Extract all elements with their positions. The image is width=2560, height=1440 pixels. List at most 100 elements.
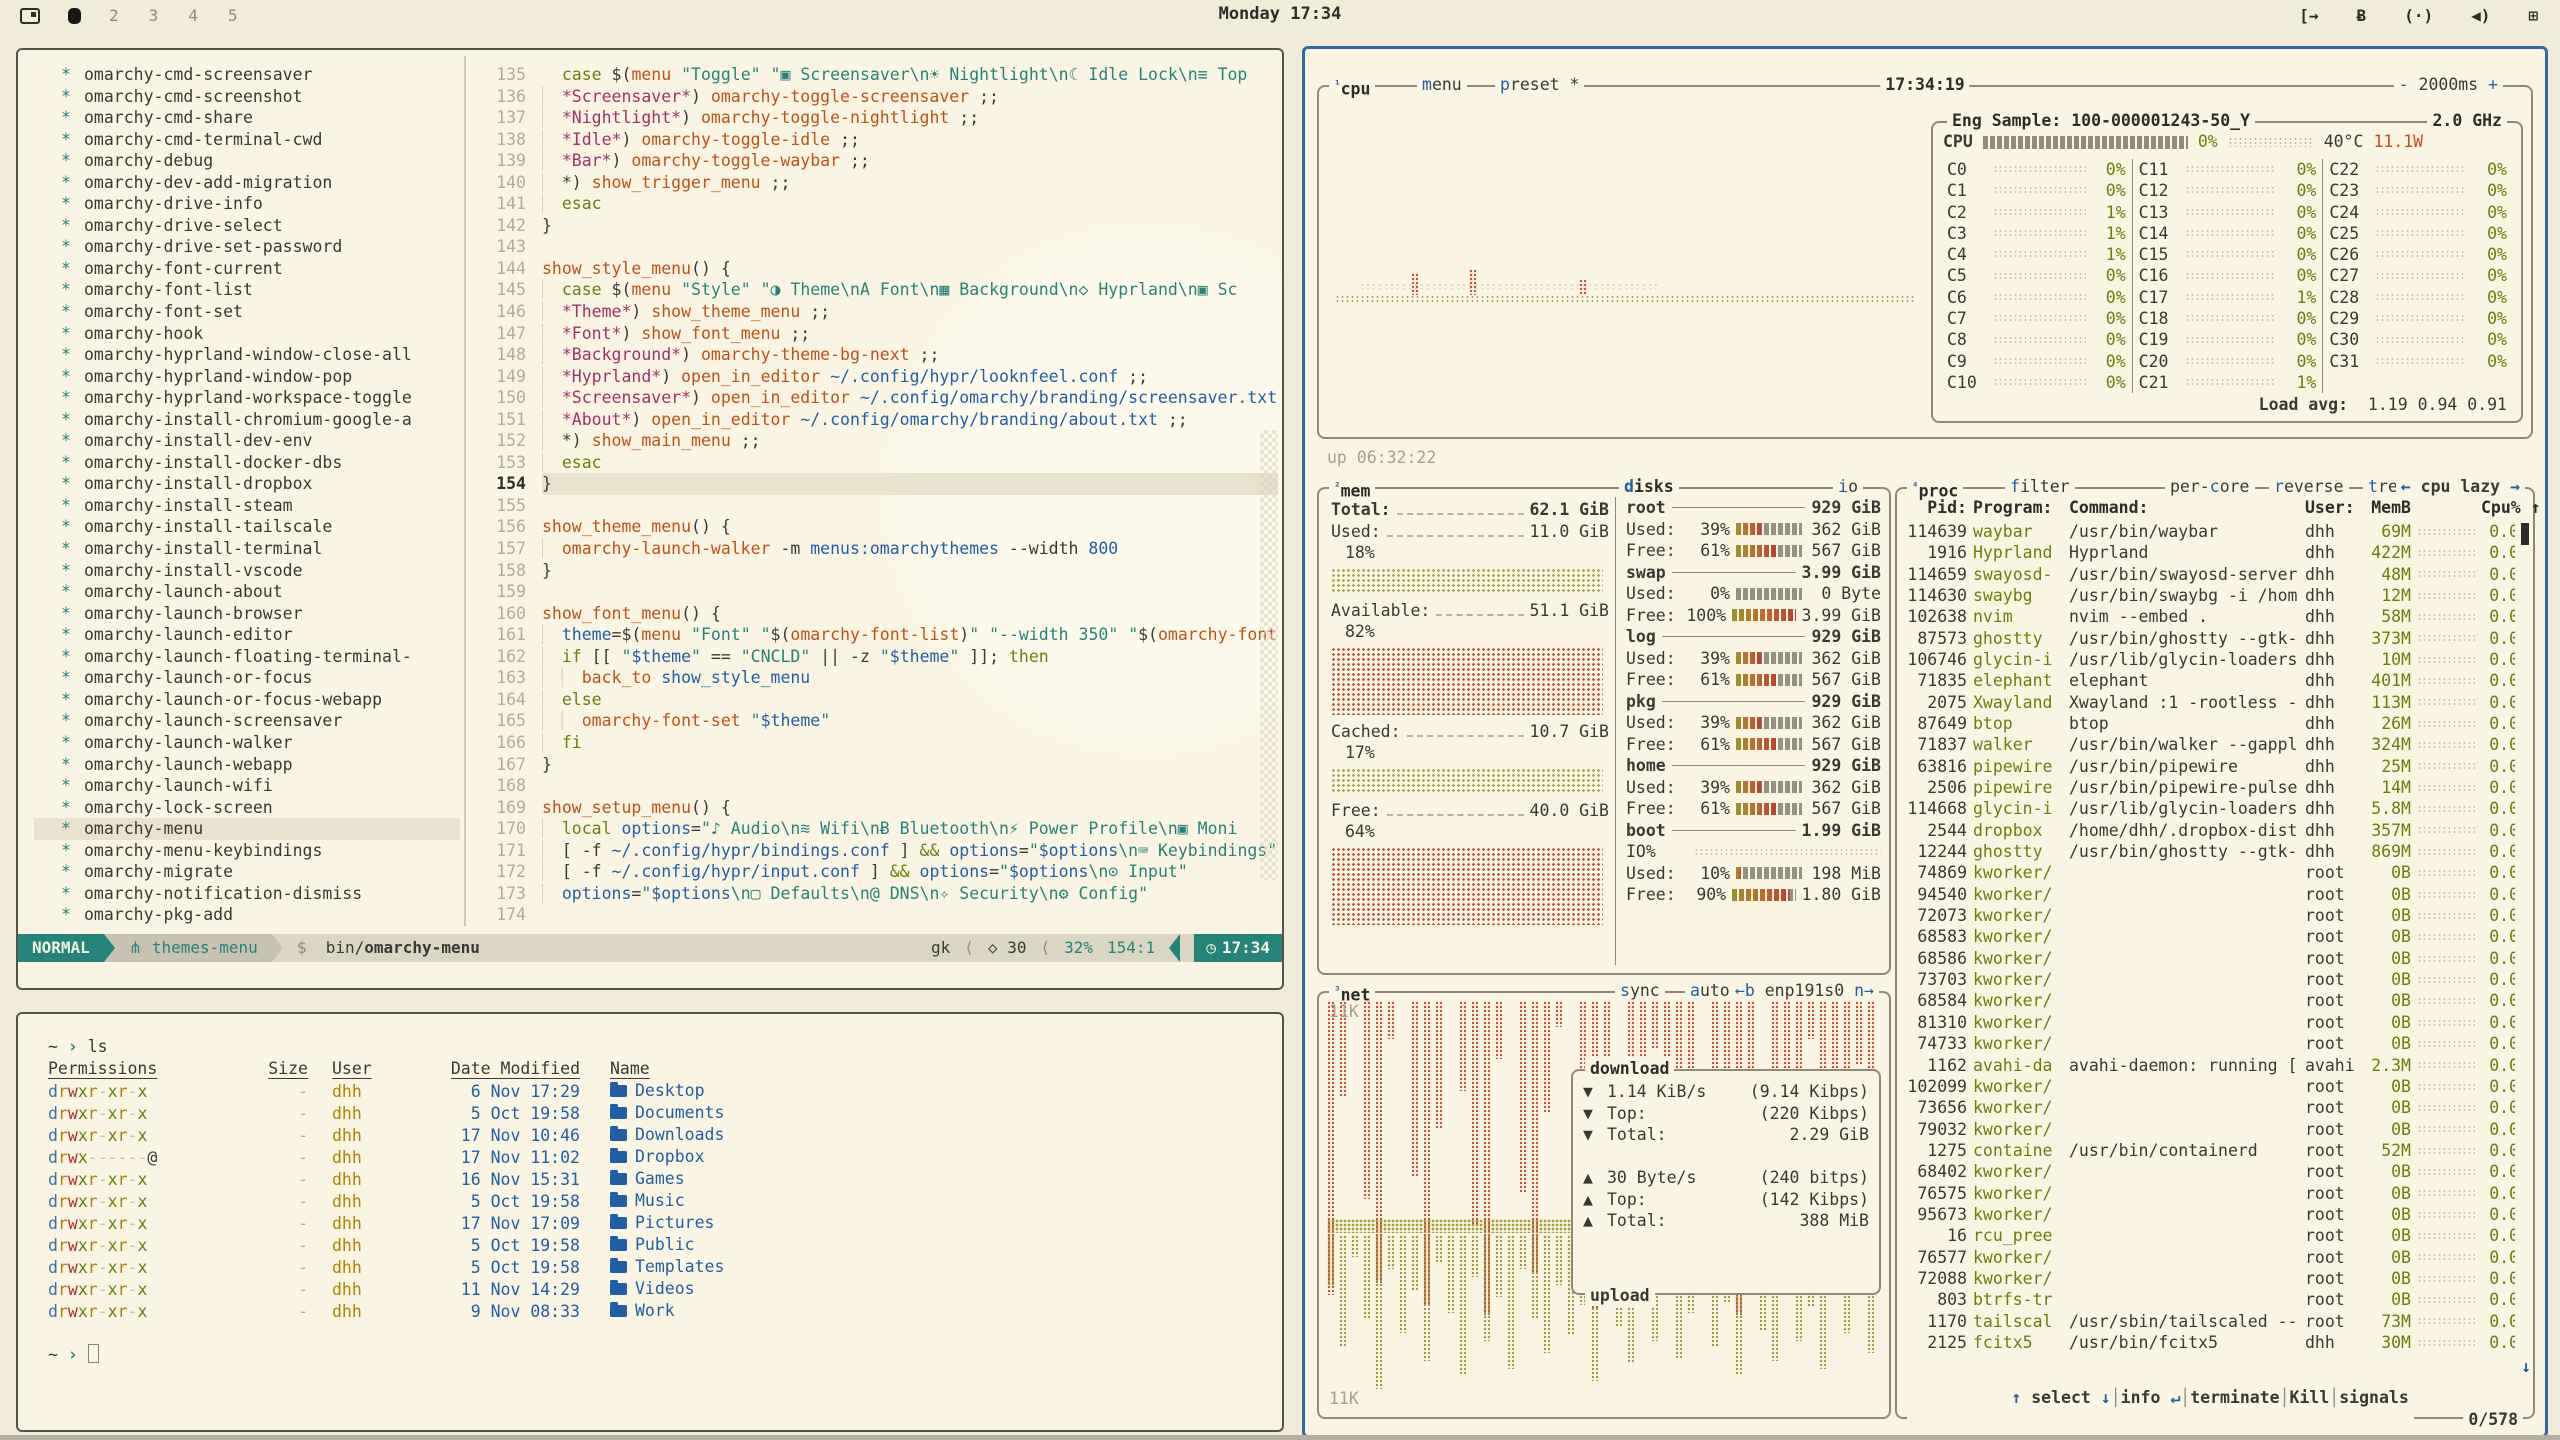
code-line[interactable]: ▏ ▏ omarchy-font-set "$theme" <box>542 710 1278 732</box>
process-row[interactable]: 74869kworker/root0B0.0 <box>1905 863 2515 884</box>
workspace-1-active[interactable] <box>68 8 81 24</box>
file-list-item[interactable]: *omarchy-cmd-screenshot <box>48 86 460 108</box>
file-row[interactable]: drwxr-xr-x-dhh11 Nov 14:29Videos <box>48 1278 1262 1300</box>
file-list-item[interactable]: *omarchy-drive-info <box>48 193 460 215</box>
reverse-tab[interactable]: reverse <box>2269 476 2349 498</box>
file-list-item[interactable]: *omarchy-font-current <box>48 258 460 280</box>
process-row[interactable]: 2544dropbox/home/dhh/.dropbox-distdhh357… <box>1905 820 2515 841</box>
process-row[interactable]: 102638nvimnvim --embed .dhh58M0.0 <box>1905 606 2515 627</box>
code-line[interactable]: ▏ *Hyprland*) open_in_editor ~/.config/h… <box>542 366 1278 388</box>
process-row[interactable]: 76575kworker/root0B0.0 <box>1905 1183 2515 1204</box>
file-list-item[interactable]: *omarchy-install-tailscale <box>48 516 460 538</box>
file-list-item[interactable]: *omarchy-lock-screen <box>48 797 460 819</box>
file-row[interactable]: drwxr-xr-x-dhh 5 Oct 19:58Templates <box>48 1256 1262 1278</box>
code-line[interactable] <box>542 904 1278 926</box>
process-row[interactable]: 73656kworker/root0B0.0 <box>1905 1097 2515 1118</box>
file-list-item[interactable]: *omarchy-install-chromium-google-a <box>48 409 460 431</box>
code-line[interactable]: ▏ esac <box>542 193 1278 215</box>
file-list-item[interactable]: *omarchy-menu <box>34 818 460 840</box>
code-line[interactable]: ▏ [ -f ~/.config/hypr/bindings.conf ] &&… <box>542 840 1278 862</box>
kill-button[interactable]: Kill <box>2290 1388 2330 1407</box>
file-list-item[interactable]: *omarchy-launch-walker <box>48 732 460 754</box>
file-list-item[interactable]: *omarchy-font-set <box>48 301 460 323</box>
io-tab[interactable]: io <box>1833 476 1863 498</box>
file-list-item[interactable]: *omarchy-drive-select <box>48 215 460 237</box>
process-row[interactable]: 72088kworker/root0B0.0 <box>1905 1268 2515 1289</box>
scroll-down-icon[interactable]: ↓ <box>2521 1356 2531 1378</box>
file-row[interactable]: drwxr-xr-x-dhh 5 Oct 19:58Documents <box>48 1102 1262 1124</box>
process-row[interactable]: 114668glycin-i/usr/lib/glycin-loadersdhh… <box>1905 798 2515 819</box>
code-line[interactable] <box>542 495 1278 517</box>
file-list-item[interactable]: *omarchy-drive-set-password <box>48 236 460 258</box>
file-list-item[interactable]: *omarchy-launch-or-focus-webapp <box>48 689 460 711</box>
code-line[interactable]: show_font_menu() { <box>542 603 1278 625</box>
file-list-item[interactable]: *omarchy-launch-wifi <box>48 775 460 797</box>
code-line[interactable]: ▏ esac <box>542 452 1278 474</box>
file-row[interactable]: drwxr-xr-x-dhh 5 Oct 19:58Music <box>48 1190 1262 1212</box>
process-row[interactable]: 803btrfs-trroot0B0.0 <box>1905 1289 2515 1310</box>
code-line[interactable]: ▏ theme=$(menu "Font" "$(omarchy-font-li… <box>542 624 1278 646</box>
signals-button[interactable]: signals <box>2339 1388 2409 1407</box>
file-list-item[interactable]: *omarchy-pkg-add <box>48 904 460 926</box>
process-row[interactable]: 76577kworker/root0B0.0 <box>1905 1247 2515 1268</box>
process-row[interactable]: 74733kworker/root0B0.0 <box>1905 1033 2515 1054</box>
code-line[interactable] <box>542 775 1278 797</box>
file-list-item[interactable]: *omarchy-install-docker-dbs <box>48 452 460 474</box>
process-row[interactable]: 71835elephantelephantdhh401M0.0 <box>1905 670 2515 691</box>
code-line[interactable]: ▏ [ -f ~/.config/hypr/input.conf ] && op… <box>542 861 1278 883</box>
process-row[interactable]: 16rcu_preeroot0B0.0 <box>1905 1225 2515 1246</box>
bluetooth-icon[interactable]: Ƀ <box>2357 5 2367 27</box>
file-list-item[interactable]: *omarchy-notification-dismiss <box>48 883 460 905</box>
process-row[interactable]: 95673kworker/root0B0.0 <box>1905 1204 2515 1225</box>
code-line[interactable]: ▏ *) show_main_menu ;; <box>542 430 1278 452</box>
file-row[interactable]: drwxr-xr-x-dhh 9 Nov 08:33Work <box>48 1300 1262 1322</box>
code-line[interactable]: ▏ *) show_trigger_menu ;; <box>542 172 1278 194</box>
process-row[interactable]: 73703kworker/root0B0.0 <box>1905 969 2515 990</box>
code-line[interactable]: ▏ case $(menu "Style" "◑ Theme\nA Font\n… <box>542 279 1278 301</box>
file-list-item[interactable]: *omarchy-dev-add-migration <box>48 172 460 194</box>
process-row[interactable]: 87649btopbtopdhh26M0.0 <box>1905 713 2515 734</box>
process-row[interactable]: 68584kworker/root0B0.0 <box>1905 991 2515 1012</box>
file-list-item[interactable]: *omarchy-cmd-share <box>48 107 460 129</box>
file-list-item[interactable]: *omarchy-debug <box>48 150 460 172</box>
process-row[interactable]: 114659swayosd-/usr/bin/swayosd-serverdhh… <box>1905 564 2515 585</box>
file-row[interactable]: drwx------@-dhh17 Nov 11:02Dropbox <box>48 1146 1262 1168</box>
process-row[interactable]: 79032kworker/root0B0.0 <box>1905 1119 2515 1140</box>
process-row[interactable]: 87573ghostty/usr/bin/ghostty --gtk-dhh37… <box>1905 628 2515 649</box>
process-row[interactable]: 94540kworker/root0B0.0 <box>1905 884 2515 905</box>
code-line[interactable]: ▏ *Idle*) omarchy-toggle-idle ;; <box>542 129 1278 151</box>
file-list-item[interactable]: *omarchy-install-terminal <box>48 538 460 560</box>
file-list-item[interactable]: *omarchy-launch-floating-terminal- <box>48 646 460 668</box>
process-row[interactable]: 114630swaybg/usr/bin/swaybg -i /homdhh12… <box>1905 585 2515 606</box>
select-button[interactable]: select <box>2031 1388 2091 1407</box>
terminate-button[interactable]: terminate <box>2190 1388 2279 1407</box>
workspace-2[interactable]: 2 <box>109 5 119 27</box>
process-row[interactable]: 68402kworker/root0B0.0 <box>1905 1161 2515 1182</box>
file-list-item[interactable]: *omarchy-launch-browser <box>48 603 460 625</box>
code-line[interactable]: ▏ ▏ back_to show_style_menu <box>542 667 1278 689</box>
process-row[interactable]: 114639waybar/usr/bin/waybardhh69M0.0 <box>1905 521 2515 542</box>
file-list-item[interactable]: *omarchy-menu-keybindings <box>48 840 460 862</box>
network-icon[interactable]: (·) <box>2404 5 2433 27</box>
process-row[interactable]: 12244ghostty/usr/bin/ghostty --gtk-dhh86… <box>1905 841 2515 862</box>
code-area[interactable]: case $(menu "Toggle" "▣ Screensaver\n☀ N… <box>542 64 1278 926</box>
code-line[interactable]: } <box>542 754 1278 776</box>
process-row[interactable]: 1275containe/usr/bin/containerdroot52M0.… <box>1905 1140 2515 1161</box>
code-line[interactable]: ▏ *Screensaver*) omarchy-toggle-screensa… <box>542 86 1278 108</box>
file-list-item[interactable]: *omarchy-hyprland-window-pop <box>48 366 460 388</box>
preset-tab[interactable]: preset * <box>1495 74 1584 96</box>
cpu-chip-icon[interactable]: ⊞ <box>2528 5 2538 27</box>
process-row[interactable]: 68586kworker/root0B0.0 <box>1905 948 2515 969</box>
code-line[interactable]: case $(menu "Toggle" "▣ Screensaver\n☀ N… <box>542 64 1278 86</box>
file-list-item[interactable]: *omarchy-launch-about <box>48 581 460 603</box>
file-list-item[interactable]: *omarchy-launch-editor <box>48 624 460 646</box>
code-line[interactable]: ▏ *Bar*) omarchy-toggle-waybar ;; <box>542 150 1278 172</box>
workspace-4[interactable]: 4 <box>188 5 198 27</box>
logout-icon[interactable]: [→ <box>2299 5 2318 27</box>
process-row[interactable]: 68583kworker/root0B0.0 <box>1905 927 2515 948</box>
file-list-item[interactable]: *omarchy-launch-webapp <box>48 754 460 776</box>
code-line[interactable]: ▏ fi <box>542 732 1278 754</box>
process-row[interactable]: 1916HyprlandHyprlanddhh422M0.0 <box>1905 542 2515 563</box>
volume-icon[interactable]: ◀) <box>2471 5 2490 27</box>
code-line[interactable]: ▏ omarchy-launch-walker -m menus:omarchy… <box>542 538 1278 560</box>
